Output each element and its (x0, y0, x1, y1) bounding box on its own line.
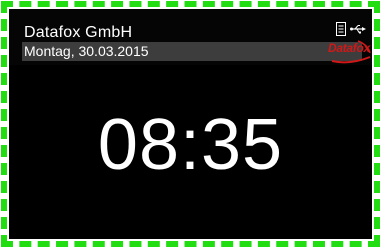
company-name: Datafox GmbH (24, 24, 133, 41)
document-icon (336, 22, 346, 36)
logo-text: Datafox (328, 41, 370, 55)
status-header: Datafox GmbH Montag, 30.03.2015 Datafox (9, 9, 372, 65)
terminal-screen: Datafox GmbH Montag, 30.03.2015 Datafox … (9, 9, 372, 239)
usb-icon (350, 25, 366, 34)
clock-display: 08:35 (97, 105, 284, 185)
date-bar: Montag, 30.03.2015 (22, 42, 362, 61)
datafox-logo: Datafox (328, 39, 372, 65)
